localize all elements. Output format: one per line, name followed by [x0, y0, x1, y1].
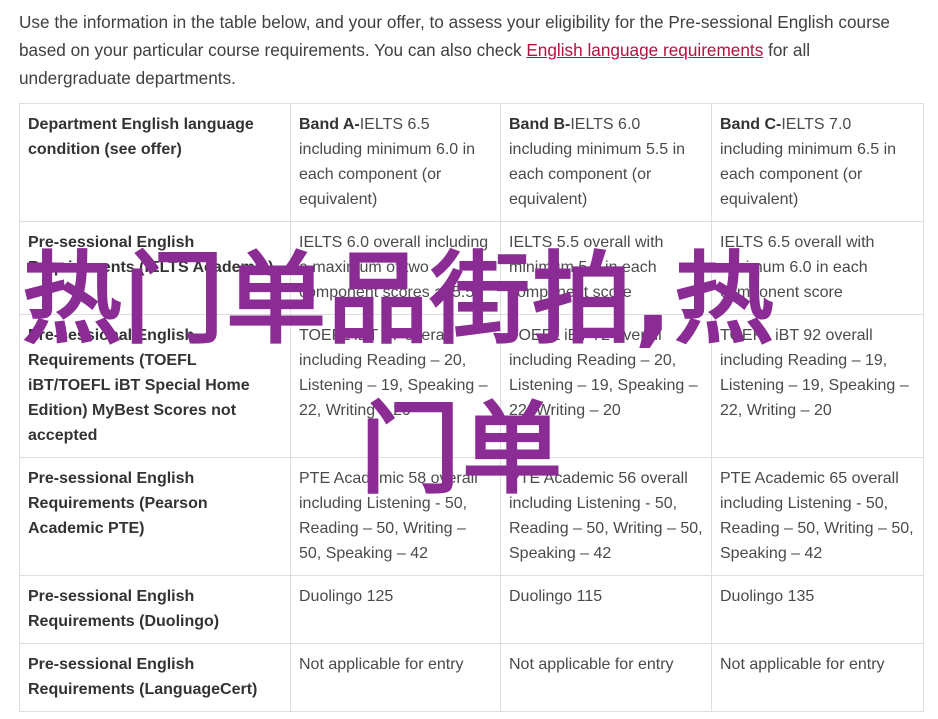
table-cell: PTE Academic 58 overall including Listen… — [290, 457, 501, 576]
band-b-name: Band B- — [509, 116, 571, 133]
band-c-name: Band C- — [720, 116, 782, 133]
table-cell: Not applicable for entry — [290, 643, 501, 712]
table-cell: TOEFL iBT 87 overall including Reading –… — [290, 314, 501, 458]
row-label-ielts: Pre-sessional English Requirements (IELT… — [19, 221, 291, 315]
table-row-pte: Pre-sessional English Requirements (Pear… — [19, 457, 924, 576]
row-label-toefl: Pre-sessional English Requirements (TOEF… — [19, 314, 291, 458]
table-cell: TOEFL iBT 92 overall including Reading –… — [711, 314, 924, 458]
table-cell: Duolingo 115 — [500, 575, 712, 644]
table-cell: Not applicable for entry — [711, 643, 924, 712]
table-cell: Not applicable for entry — [500, 643, 712, 712]
header-band-c-cell: Band C-IELTS 7.0 including minimum 6.5 i… — [711, 103, 924, 222]
header-condition-cell: Department English language condition (s… — [19, 103, 291, 222]
english-language-requirements-link[interactable]: English language requirements — [526, 40, 763, 60]
table-cell: PTE Academic 56 overall including Listen… — [500, 457, 712, 576]
table-cell: Duolingo 125 — [290, 575, 501, 644]
intro-paragraph: Use the information in the table below, … — [19, 8, 924, 92]
row-label-pte: Pre-sessional English Requirements (Pear… — [19, 457, 291, 576]
header-band-b-cell: Band B-IELTS 6.0 including minimum 5.5 i… — [500, 103, 712, 222]
table-row-languagecert: Pre-sessional English Requirements (Lang… — [19, 643, 924, 712]
header-band-a-cell: Band A-IELTS 6.5 including minimum 6.0 i… — [290, 103, 501, 222]
row-label-languagecert: Pre-sessional English Requirements (Lang… — [19, 643, 291, 712]
requirements-table: Department English language condition (s… — [19, 103, 924, 712]
table-cell: Duolingo 135 — [711, 575, 924, 644]
table-cell: PTE Academic 65 overall including Listen… — [711, 457, 924, 576]
table-cell: TOEFL iBT 72 overall including Reading –… — [500, 314, 712, 458]
table-row-duolingo: Pre-sessional English Requirements (Duol… — [19, 575, 924, 644]
table-cell: IELTS 5.5 overall with minimum 5.5 in ea… — [500, 221, 712, 315]
row-label-duolingo: Pre-sessional English Requirements (Duol… — [19, 575, 291, 644]
table-cell: IELTS 6.0 overall including a maximum of… — [290, 221, 501, 315]
table-cell: IELTS 6.5 overall with minimum 6.0 in ea… — [711, 221, 924, 315]
table-header-row: Department English language condition (s… — [19, 103, 924, 222]
table-row-toefl: Pre-sessional English Requirements (TOEF… — [19, 314, 924, 458]
band-a-name: Band A- — [299, 116, 360, 133]
table-row-ielts: Pre-sessional English Requirements (IELT… — [19, 221, 924, 315]
